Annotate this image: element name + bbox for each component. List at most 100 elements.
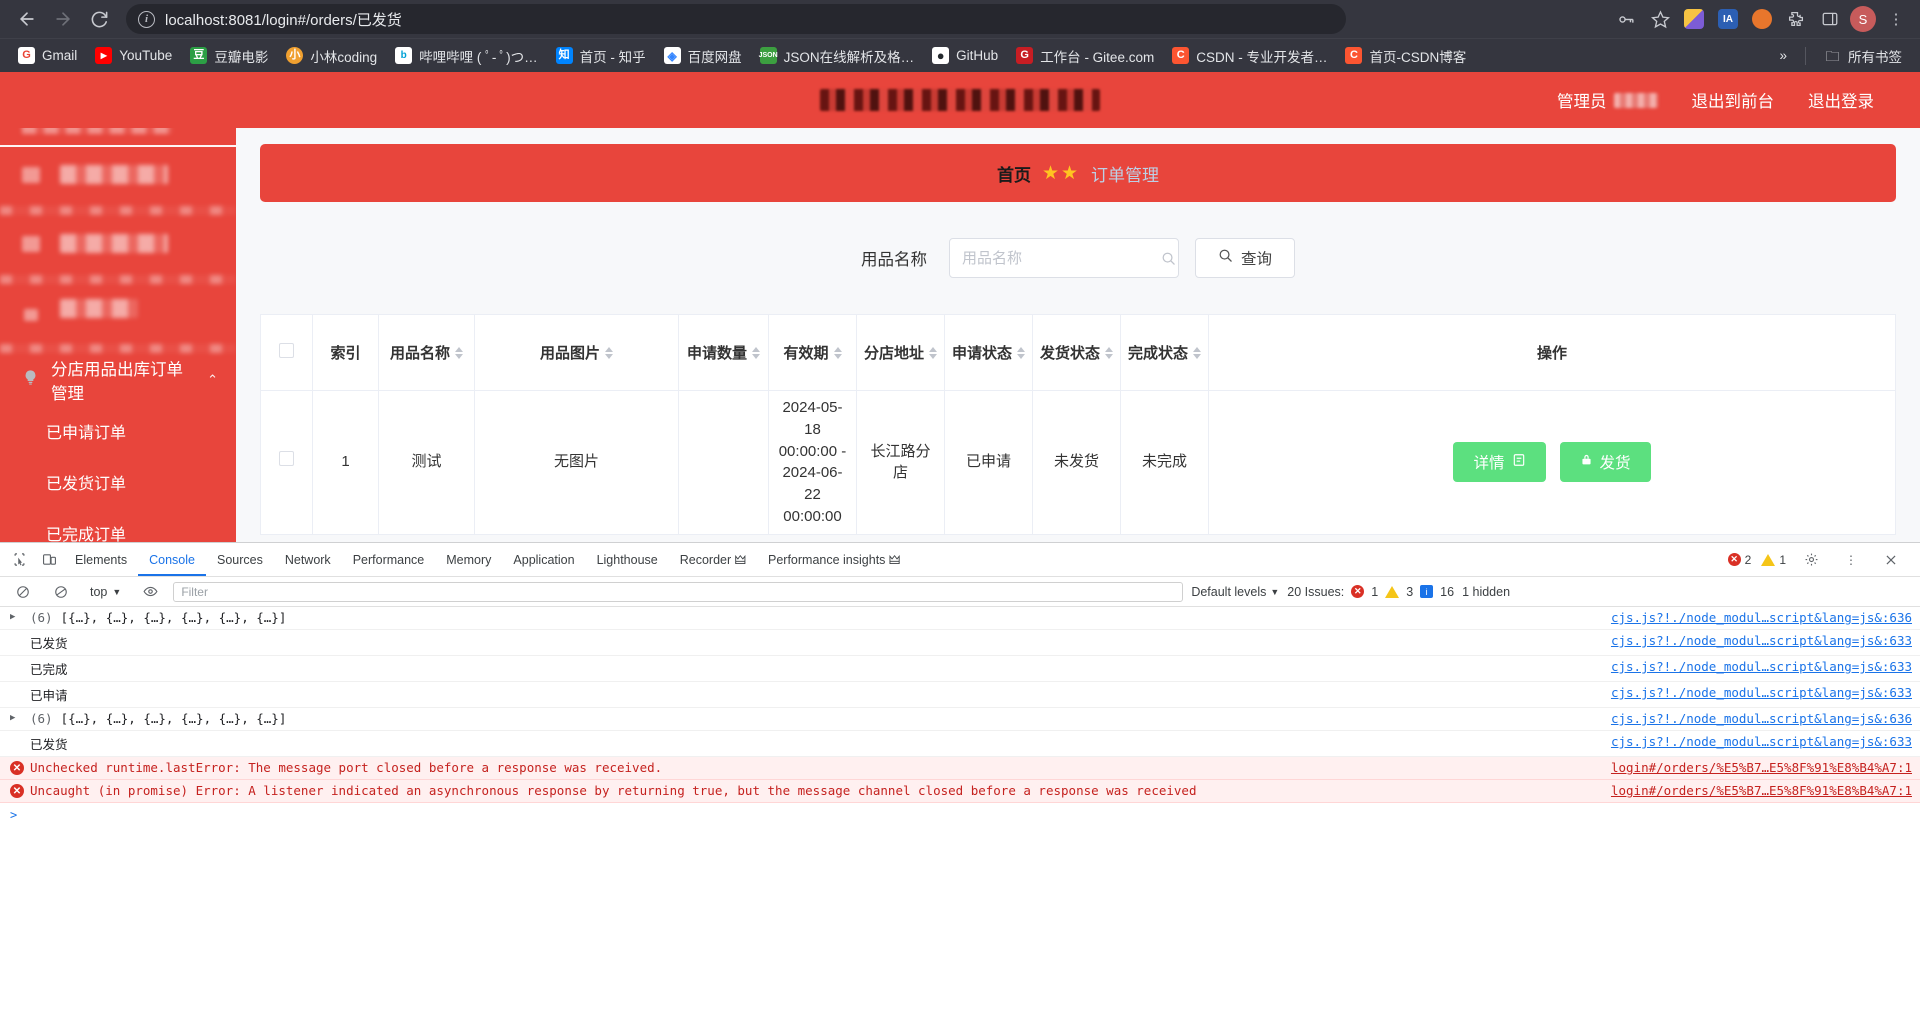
console-prompt[interactable]: > bbox=[0, 803, 1920, 827]
log-row-error[interactable]: ✕ Unchecked runtime.lastError: The messa… bbox=[0, 757, 1920, 780]
tab-recorder[interactable]: Recorder 🜲 bbox=[669, 544, 757, 576]
detail-button[interactable]: 详情 bbox=[1453, 442, 1546, 483]
tab-performance[interactable]: Performance bbox=[342, 544, 436, 576]
bookmark-star-icon[interactable] bbox=[1646, 5, 1674, 33]
chrome-menu-icon[interactable]: ⋮ bbox=[1882, 5, 1910, 33]
th-validity[interactable]: 有效期 bbox=[768, 314, 857, 391]
sort-icon[interactable] bbox=[455, 346, 463, 359]
filter-sidebar-icon[interactable] bbox=[46, 578, 76, 606]
ship-button[interactable]: 发货 bbox=[1559, 442, 1651, 483]
tab-network[interactable]: Network bbox=[274, 544, 342, 576]
th-address[interactable]: 分店地址 bbox=[856, 314, 945, 391]
select-all-checkbox[interactable] bbox=[279, 343, 294, 358]
log-row[interactable]: 已申请 cjs.js?!./node_modul…script&lang=js&… bbox=[0, 682, 1920, 708]
clear-console-icon[interactable] bbox=[8, 578, 38, 606]
extensions-puzzle-icon[interactable] bbox=[1782, 5, 1810, 33]
th-ship-status[interactable]: 发货状态 bbox=[1032, 314, 1121, 391]
tab-application[interactable]: Application bbox=[502, 544, 585, 576]
sidebar-item-shipped-orders[interactable]: 已发货订单 bbox=[0, 456, 236, 507]
exit-to-front-link[interactable]: 退出到前台 bbox=[1692, 88, 1775, 112]
extension-orange-icon[interactable] bbox=[1748, 5, 1776, 33]
extension-ia-icon[interactable]: IA bbox=[1714, 5, 1742, 33]
th-image[interactable]: 用品图片 bbox=[474, 314, 679, 391]
log-row[interactable]: 已完成 cjs.js?!./node_modul…script&lang=js&… bbox=[0, 656, 1920, 682]
sort-icon[interactable] bbox=[752, 346, 760, 359]
device-toolbar-icon[interactable] bbox=[34, 546, 64, 574]
address-bar[interactable]: i localhost:8081/login#/orders/已发货 bbox=[126, 4, 1346, 34]
bookmarks-overflow-button[interactable]: » bbox=[1771, 44, 1795, 67]
th-apply-status[interactable]: 申请状态 bbox=[944, 314, 1033, 391]
back-button[interactable] bbox=[10, 2, 44, 36]
sort-icon[interactable] bbox=[929, 346, 937, 359]
sidebar-item-redacted-3[interactable] bbox=[0, 285, 236, 342]
log-row[interactable]: 已发货 cjs.js?!./node_modul…script&lang=js&… bbox=[0, 731, 1920, 757]
query-button[interactable]: 查询 bbox=[1194, 238, 1295, 278]
log-row-error[interactable]: ✕ Uncaught (in promise) Error: A listene… bbox=[0, 780, 1920, 803]
log-source-link[interactable]: cjs.js?!./node_modul…script&lang=js&:633 bbox=[1595, 659, 1912, 674]
forward-button[interactable] bbox=[46, 2, 80, 36]
th-done-status[interactable]: 完成状态 bbox=[1120, 314, 1209, 391]
search-input-wrapper[interactable] bbox=[948, 238, 1179, 278]
bookmark-item[interactable]: 小小林coding bbox=[278, 42, 385, 70]
console-log-list[interactable]: ▶ (6) [{…}, {…}, {…}, {…}, {…}, {…}] cjs.… bbox=[0, 607, 1920, 1021]
log-row[interactable]: ▶ (6) [{…}, {…}, {…}, {…}, {…}, {…}] cjs.… bbox=[0, 607, 1920, 630]
issues-summary[interactable]: 20 Issues: ✕ 1 3 i 16 bbox=[1287, 585, 1454, 599]
extension-color-icon[interactable] bbox=[1680, 5, 1708, 33]
log-source-link[interactable]: cjs.js?!./node_modul…script&lang=js&:633 bbox=[1595, 633, 1912, 648]
sort-icon[interactable] bbox=[605, 346, 613, 359]
sort-icon[interactable] bbox=[1193, 346, 1201, 359]
bookmark-item[interactable]: ▶ YouTube bbox=[87, 43, 180, 68]
eye-icon[interactable] bbox=[135, 578, 165, 606]
log-source-link[interactable]: login#/orders/%E5%B7…E5%8F%91%E8%B4%A7:1 bbox=[1595, 783, 1912, 798]
log-source-link[interactable]: login#/orders/%E5%B7…E5%8F%91%E8%B4%A7:1 bbox=[1595, 760, 1912, 775]
log-row[interactable]: 已发货 cjs.js?!./node_modul…script&lang=js&… bbox=[0, 630, 1920, 656]
sidebar-item-completed-orders[interactable]: 已完成订单 bbox=[0, 507, 236, 543]
bookmark-item[interactable]: C CSDN - 专业开发者… bbox=[1164, 42, 1335, 70]
th-select-all[interactable] bbox=[260, 314, 313, 391]
sort-icon[interactable] bbox=[1017, 346, 1025, 359]
bookmark-item[interactable]: G Gmail bbox=[10, 43, 85, 68]
log-source-link[interactable]: cjs.js?!./node_modul…script&lang=js&:633 bbox=[1595, 685, 1912, 700]
log-level-selector[interactable]: Default levels ▼ bbox=[1191, 585, 1279, 599]
hidden-messages-label[interactable]: 1 hidden bbox=[1462, 585, 1510, 599]
expand-arrow-icon[interactable]: ▶ bbox=[10, 610, 24, 622]
sidebar-item-redacted-top[interactable] bbox=[0, 128, 236, 145]
log-source-link[interactable]: cjs.js?!./node_modul…script&lang=js&:636 bbox=[1595, 610, 1912, 625]
reload-button[interactable] bbox=[82, 2, 116, 36]
bookmark-item[interactable]: C 首页-CSDN博客 bbox=[1337, 42, 1474, 70]
tab-lighthouse[interactable]: Lighthouse bbox=[586, 544, 669, 576]
sidebar-item-redacted-1[interactable] bbox=[0, 147, 236, 204]
search-input[interactable] bbox=[961, 249, 1161, 267]
th-quantity[interactable]: 申请数量 bbox=[678, 314, 769, 391]
log-row[interactable]: ▶ (6) [{…}, {…}, {…}, {…}, {…}, {…}] cjs.… bbox=[0, 708, 1920, 731]
site-info-icon[interactable]: i bbox=[138, 10, 155, 28]
sidebar-item-redacted-2[interactable] bbox=[0, 216, 236, 273]
sidebar-item-applied-orders[interactable]: 已申请订单 bbox=[0, 405, 236, 456]
profile-avatar[interactable]: S bbox=[1850, 6, 1876, 32]
bookmark-item[interactable]: JSON JSON在线解析及格… bbox=[752, 42, 923, 70]
warning-count-badge[interactable]: 1 bbox=[1761, 553, 1786, 567]
tab-memory[interactable]: Memory bbox=[435, 544, 502, 576]
bookmark-item[interactable]: G 工作台 - Gitee.com bbox=[1008, 42, 1162, 70]
bookmark-item[interactable]: b 哔哩哔哩 ( ﾟ- ﾟ)つ… bbox=[387, 42, 546, 70]
all-bookmarks-button[interactable]: 🗀 所有书签 bbox=[1816, 42, 1910, 70]
logout-link[interactable]: 退出登录 bbox=[1808, 88, 1874, 112]
sidepanel-icon[interactable] bbox=[1816, 5, 1844, 33]
inspect-element-icon[interactable] bbox=[4, 546, 34, 574]
th-name[interactable]: 用品名称 bbox=[378, 314, 475, 391]
kebab-menu-icon[interactable]: ⋮ bbox=[1836, 546, 1866, 574]
tab-elements[interactable]: Elements bbox=[64, 544, 138, 576]
log-source-link[interactable]: cjs.js?!./node_modul…script&lang=js&:636 bbox=[1595, 711, 1912, 726]
tab-console[interactable]: Console bbox=[138, 544, 206, 576]
context-selector[interactable]: top ▼ bbox=[84, 583, 127, 601]
gear-icon[interactable] bbox=[1796, 546, 1826, 574]
bookmark-item[interactable]: 知首页 - 知乎 bbox=[548, 42, 654, 70]
bookmark-item[interactable]: ● GitHub bbox=[924, 43, 1006, 68]
row-checkbox[interactable] bbox=[279, 451, 294, 467]
cell-select[interactable] bbox=[260, 390, 313, 535]
sort-icon[interactable] bbox=[833, 346, 842, 359]
tab-performance-insights[interactable]: Performance insights 🜲 bbox=[757, 544, 911, 576]
error-count-badge[interactable]: ✕ 2 bbox=[1727, 553, 1751, 567]
bookmark-item[interactable]: 豆豆瓣电影 bbox=[182, 42, 276, 70]
log-source-link[interactable]: cjs.js?!./node_modul…script&lang=js&:633 bbox=[1595, 734, 1912, 749]
